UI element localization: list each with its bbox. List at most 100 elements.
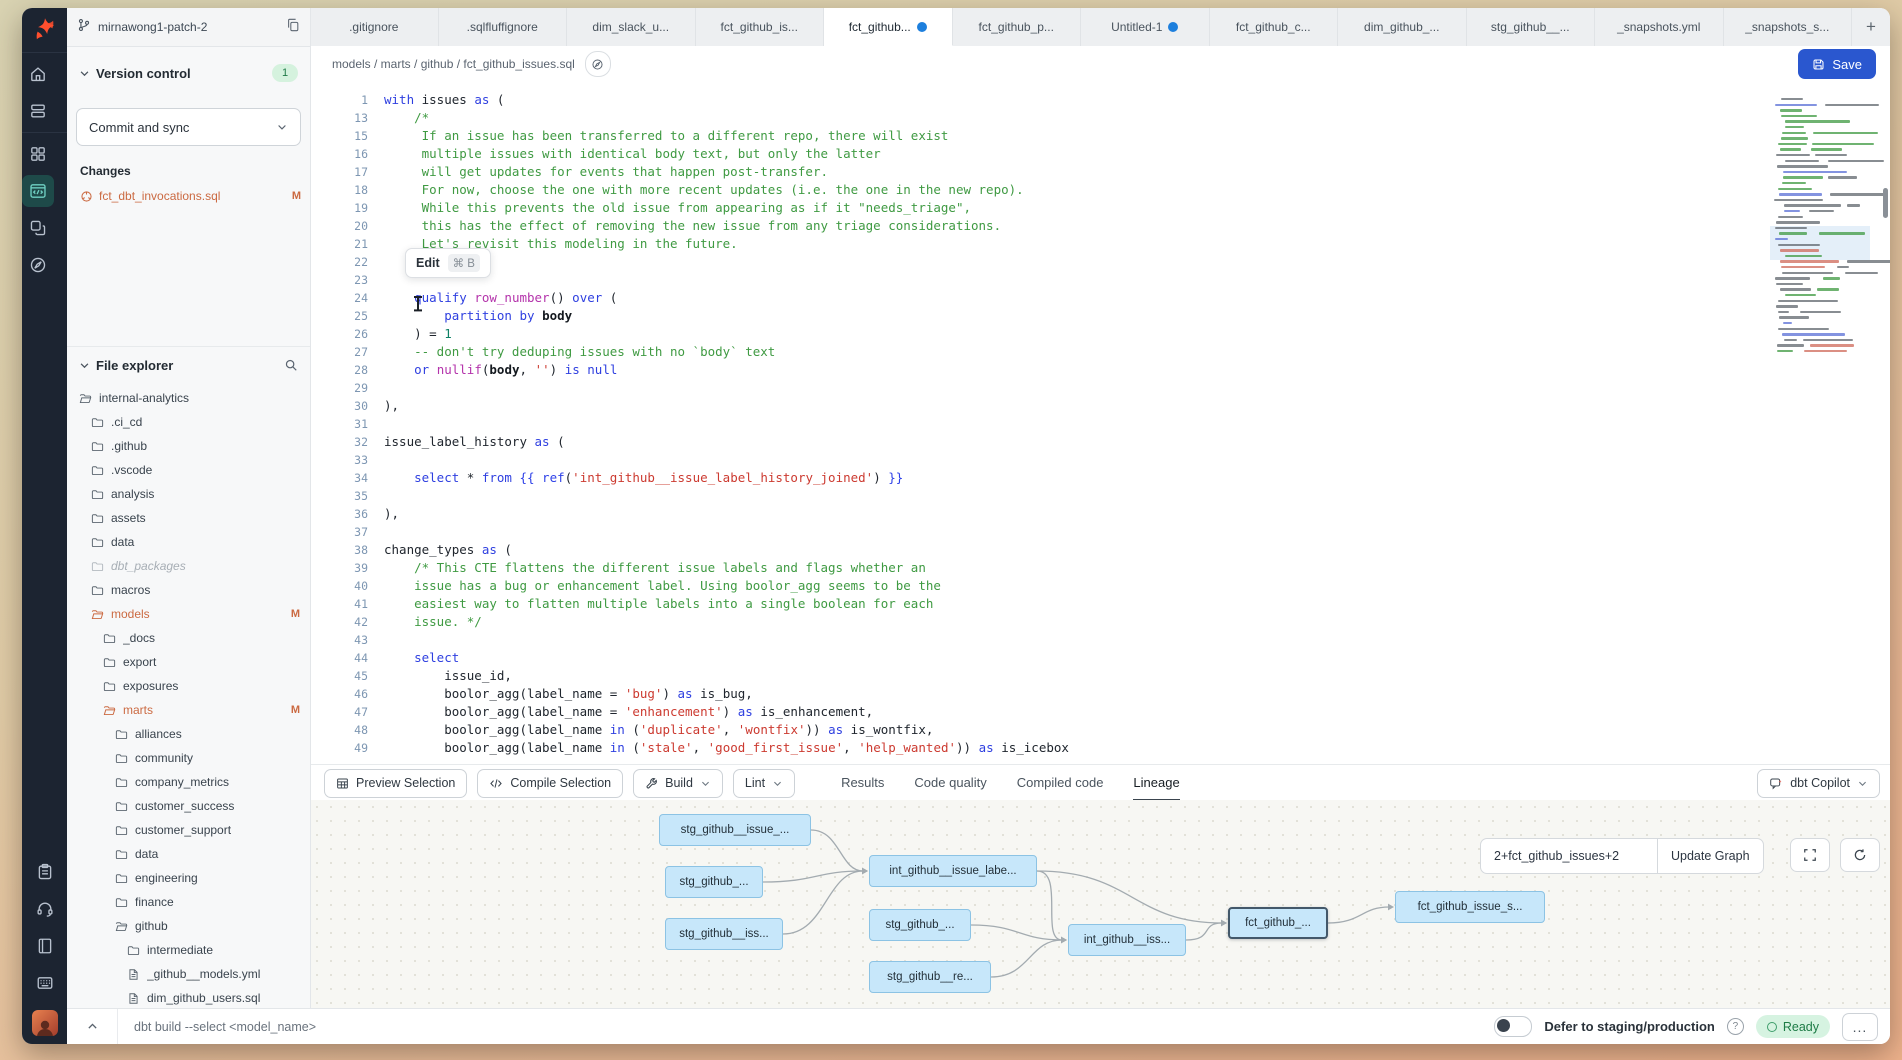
results-tab-lineage[interactable]: Lineage <box>1133 765 1179 801</box>
tree-item-macros[interactable]: macros <box>67 578 310 602</box>
lineage-node-stg_github_-[interactable]: stg_github_... <box>665 866 763 898</box>
tree-item-_github__models-yml[interactable]: _github__models.yml <box>67 962 310 986</box>
tree-item-github[interactable]: github <box>67 914 310 938</box>
minimap-line <box>1845 272 1879 274</box>
tree-item--vscode[interactable]: .vscode <box>67 458 310 482</box>
tree-item-company_metrics[interactable]: company_metrics <box>67 770 310 794</box>
preview-selection-button[interactable]: Preview Selection <box>324 769 467 798</box>
tab-dim_github_-[interactable]: dim_github_... <box>1338 8 1467 46</box>
folder-icon <box>115 920 128 933</box>
build-button[interactable]: Build <box>633 769 723 798</box>
tab-_snapshots_s-[interactable]: _snapshots_s... <box>1724 8 1853 46</box>
tree-item--ci_cd[interactable]: .ci_cd <box>67 410 310 434</box>
results-tab-compiled-code[interactable]: Compiled code <box>1017 765 1104 801</box>
tree-item-assets[interactable]: assets <box>67 506 310 530</box>
tree-item-dim_github_users-sql[interactable]: dim_github_users.sql <box>67 986 310 1009</box>
tab-Untitled-1[interactable]: Untitled-1 <box>1081 8 1210 46</box>
projects-icon[interactable] <box>22 212 54 244</box>
recent-files-icon[interactable] <box>22 95 54 127</box>
lineage-node-stg_github__re-[interactable]: stg_github__re... <box>869 961 991 993</box>
tree-item-community[interactable]: community <box>67 746 310 770</box>
lineage-panel[interactable]: 2+fct_github_issues+2 Update Graph stg_g… <box>310 800 1890 1009</box>
tree-item-alliances[interactable]: alliances <box>67 722 310 746</box>
tab-fct_github_is-[interactable]: fct_github_is... <box>696 8 825 46</box>
ide-icon[interactable] <box>22 175 54 207</box>
docs-icon[interactable] <box>29 930 61 962</box>
lineage-node-stg_github__issue_-[interactable]: stg_github__issue_... <box>659 814 811 846</box>
tab-fct_github-[interactable]: fct_github... <box>824 8 953 46</box>
tree-item-internal-analytics[interactable]: internal-analytics <box>67 386 310 410</box>
lineage-node-int_github__issue_labe-[interactable]: int_github__issue_labe... <box>869 855 1037 887</box>
compile-selection-button[interactable]: Compile Selection <box>477 769 623 798</box>
lint-button[interactable]: Lint <box>733 769 795 798</box>
more-options-button[interactable]: ... <box>1842 1013 1878 1041</box>
lineage-selector-input[interactable]: 2+fct_github_issues+2 <box>1481 839 1658 873</box>
save-button[interactable]: Save <box>1798 49 1876 79</box>
tree-item-engineering[interactable]: engineering <box>67 866 310 890</box>
edit-popup[interactable]: Edit ⌘ B <box>405 248 491 278</box>
tab-stg_github__-[interactable]: stg_github__... <box>1467 8 1596 46</box>
tree-item-models[interactable]: modelsM <box>67 602 310 626</box>
search-icon[interactable] <box>284 358 298 372</box>
editor-scrollbar[interactable] <box>1883 188 1888 218</box>
tree-item-customer_support[interactable]: customer_support <box>67 818 310 842</box>
tree-item-exposures[interactable]: exposures <box>67 674 310 698</box>
tree-item-analysis[interactable]: analysis <box>67 482 310 506</box>
changed-file-row[interactable]: fct_dbt_invocations.sql M <box>80 184 301 208</box>
line-number: 13 <box>310 109 384 127</box>
help-icon[interactable]: ? <box>1727 1018 1744 1035</box>
tree-item-customer_success[interactable]: customer_success <box>67 794 310 818</box>
command-input[interactable]: dbt build --select <model_name> <box>118 1020 1494 1034</box>
tree-item-_docs[interactable]: _docs <box>67 626 310 650</box>
lineage-refresh-button[interactable] <box>1840 838 1880 872</box>
lineage-node-stg_github_-[interactable]: stg_github_... <box>869 909 971 941</box>
version-control-header[interactable]: Version control 1 <box>67 60 310 86</box>
home-icon[interactable] <box>22 58 54 90</box>
support-icon[interactable] <box>29 893 61 925</box>
lineage-node-fct_github_issue_s-[interactable]: fct_github_issue_s... <box>1395 891 1545 923</box>
branch-selector[interactable]: mirnawong1-patch-2 <box>67 8 310 47</box>
commit-and-sync-select[interactable]: Commit and sync <box>76 108 301 146</box>
tasks-icon[interactable] <box>29 856 61 888</box>
user-avatar[interactable] <box>32 1010 58 1036</box>
lineage-node-stg_github__iss-[interactable]: stg_github__iss... <box>665 918 783 950</box>
tree-item--github[interactable]: .github <box>67 434 310 458</box>
lineage-node-int_github__iss-[interactable]: int_github__iss... <box>1068 924 1186 956</box>
tab-fct_github_c-[interactable]: fct_github_c... <box>1210 8 1339 46</box>
results-tab-results[interactable]: Results <box>841 765 884 801</box>
minimap-line <box>1780 249 1819 251</box>
new-tab-button[interactable]: + <box>1852 8 1890 46</box>
defer-toggle[interactable] <box>1494 1016 1532 1037</box>
explore-icon[interactable] <box>22 249 54 281</box>
shortcuts-icon[interactable] <box>29 967 61 999</box>
lineage-fullscreen-button[interactable] <box>1790 838 1830 872</box>
apps-grid-icon[interactable] <box>22 138 54 170</box>
minimap-line <box>1778 300 1838 302</box>
minimap-line <box>1776 221 1820 223</box>
line-number: 21 <box>310 235 384 253</box>
tree-item-finance[interactable]: finance <box>67 890 310 914</box>
code-editor[interactable]: 1with issues as (13 /*15 If an issue has… <box>310 82 1890 764</box>
copy-branch-icon[interactable] <box>286 18 300 37</box>
tree-item-data[interactable]: data <box>67 842 310 866</box>
tab-_snapshots-yml[interactable]: _snapshots.yml <box>1595 8 1724 46</box>
tree-item-intermediate[interactable]: intermediate <box>67 938 310 962</box>
tree-item-export[interactable]: export <box>67 650 310 674</box>
code-text: boolor_agg(label_name = 'enhancement') a… <box>384 703 873 721</box>
lineage-node-fct_github_-[interactable]: fct_github_... <box>1228 907 1328 939</box>
tree-item-marts[interactable]: martsM <box>67 698 310 722</box>
tab-fct_github_p-[interactable]: fct_github_p... <box>953 8 1082 46</box>
tab-dim_slack_u-[interactable]: dim_slack_u... <box>567 8 696 46</box>
file-explorer-header[interactable]: File explorer <box>67 352 310 378</box>
build-label: Build <box>665 776 693 790</box>
tree-item-dbt_packages[interactable]: dbt_packages <box>67 554 310 578</box>
file-state-icon[interactable] <box>585 51 611 77</box>
results-tab-code-quality[interactable]: Code quality <box>914 765 986 801</box>
collapse-command-bar-button[interactable] <box>67 1009 118 1044</box>
tree-item-data[interactable]: data <box>67 530 310 554</box>
tab--gitignore[interactable]: .gitignore <box>310 8 439 46</box>
dbt-copilot-button[interactable]: dbt Copilot <box>1757 769 1880 798</box>
update-graph-button[interactable]: Update Graph <box>1658 839 1763 873</box>
tab--sqlfluffignore[interactable]: .sqlfluffignore <box>439 8 568 46</box>
minimap[interactable] <box>1774 98 1866 364</box>
